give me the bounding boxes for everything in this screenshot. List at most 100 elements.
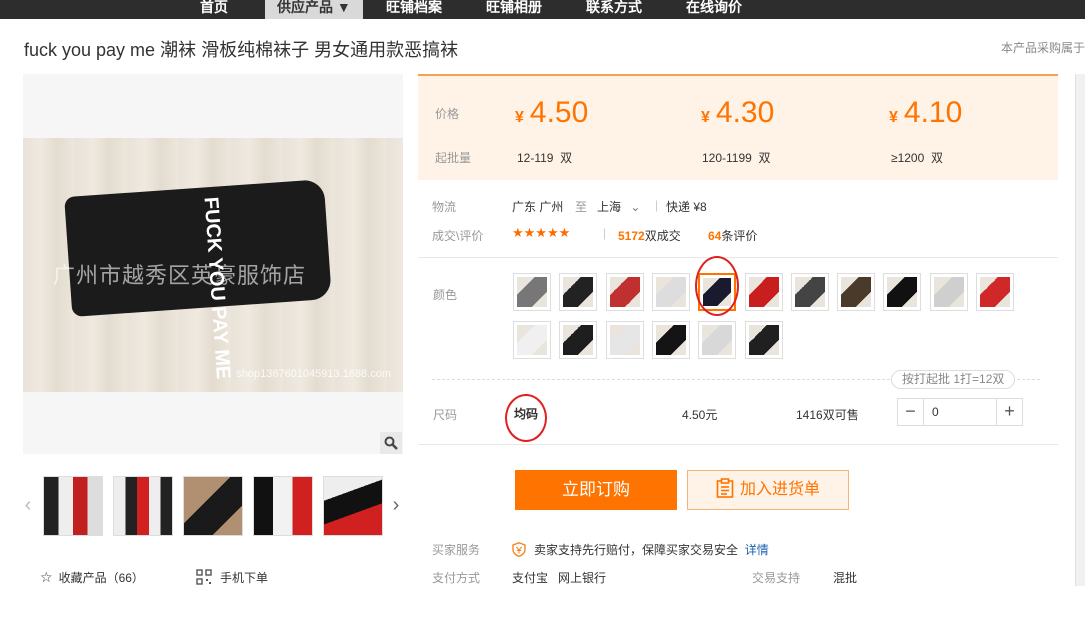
swatch-thumbnail <box>655 325 686 355</box>
price-tier-1: ¥4.50 <box>515 96 589 129</box>
wood-background: FUCK YOU PAY ME 广州市越秀区英豪服饰店 shop13676010… <box>23 138 403 392</box>
favorite-button[interactable]: ☆ 收藏产品（66） <box>40 569 144 586</box>
nav-profile[interactable]: 旺铺档案 <box>386 0 442 19</box>
size-price: 4.50元 <box>682 408 718 422</box>
moq-label: 起批量 <box>435 151 472 165</box>
qrcode-icon <box>196 569 212 588</box>
sold-count[interactable]: 5172双成交 <box>618 227 681 244</box>
deals-label: 成交\评价 <box>432 229 484 243</box>
quantity-input[interactable]: 0 <box>932 405 939 419</box>
logistics-to-word: 至 <box>575 200 588 214</box>
chevron-down-icon: ⌄ <box>630 200 641 214</box>
rating-stars: ★★★★★ <box>512 225 571 240</box>
payment-method-bank: 网上银行 <box>558 571 607 585</box>
color-swatch[interactable] <box>837 273 876 311</box>
sock-image: FUCK YOU PAY ME <box>64 179 332 380</box>
minus-button[interactable]: − <box>898 399 924 425</box>
nav-contact[interactable]: 联系方式 <box>586 0 642 19</box>
swatch-thumbnail <box>794 277 825 307</box>
main-product-image[interactable]: FUCK YOU PAY ME 广州市越秀区英豪服饰店 shop13676010… <box>23 74 403 454</box>
service-details-link[interactable]: 详情 <box>745 543 769 557</box>
color-swatch[interactable] <box>559 321 598 359</box>
color-swatch[interactable] <box>559 273 598 311</box>
size-stock: 1416双可售 <box>796 408 859 422</box>
swatch-thumbnail <box>980 277 1010 307</box>
separator: | <box>655 198 659 212</box>
nav-home[interactable]: 首页 <box>200 0 228 19</box>
separator: | <box>603 226 607 240</box>
thumbnail-3[interactable] <box>183 476 243 536</box>
qty-tier-3: ≥1200 双 <box>891 151 943 165</box>
swatch-thumbnail <box>841 277 872 307</box>
quantity-stepper[interactable]: − 0 + <box>897 398 1023 426</box>
add-to-cart-label: 加入进货单 <box>739 481 820 498</box>
favorite-label: 收藏产品（66） <box>58 571 144 585</box>
shop-url-watermark: shop1367601045913.1688.com <box>236 368 391 380</box>
add-to-cart-button[interactable]: 加入进货单 <box>687 470 849 510</box>
nav-inquiry[interactable]: 在线询价 <box>686 0 742 19</box>
qty-tier-1: 12-119 双 <box>517 151 573 165</box>
swatch-thumbnail <box>655 277 686 307</box>
logistics-destination-select[interactable]: 上海 ⌄ <box>597 198 640 215</box>
price-panel: 价格 起批量 ¥4.50 ¥4.30 ¥4.10 12-119 双 120-11… <box>418 74 1058 180</box>
trade-support-label: 交易支持 <box>752 571 801 585</box>
color-swatch[interactable] <box>744 273 783 311</box>
payment-method-alipay: 支付宝 <box>512 571 549 585</box>
thumbnail-5[interactable] <box>323 476 383 536</box>
swatch-thumbnail <box>609 277 640 307</box>
color-swatch[interactable] <box>929 273 968 311</box>
buy-now-button[interactable]: 立即订购 <box>515 470 677 510</box>
color-swatch[interactable] <box>605 321 644 359</box>
logistics-label: 物流 <box>432 200 457 214</box>
price-tier-2: ¥4.30 <box>701 96 775 129</box>
watermark: 广州市越秀区英豪服饰店 <box>53 263 307 288</box>
color-swatch[interactable] <box>513 321 551 359</box>
color-swatch[interactable] <box>513 273 551 311</box>
batch-tip: 按打起批 1打=12双 <box>891 370 1016 389</box>
swatch-thumbnail <box>563 277 594 307</box>
star-outline-icon: ☆ <box>40 569 53 585</box>
color-swatch[interactable] <box>790 273 829 311</box>
color-swatch[interactable] <box>744 321 783 359</box>
thumbnail-4[interactable] <box>253 476 313 536</box>
swatch-thumbnail <box>609 325 640 355</box>
divider <box>418 257 1058 258</box>
thumb-next-arrow[interactable]: › <box>389 490 403 520</box>
price-label: 价格 <box>435 107 460 121</box>
mobile-label: 手机下单 <box>220 571 269 585</box>
thumbnail-1[interactable] <box>43 476 103 536</box>
zoom-icon[interactable] <box>380 432 402 454</box>
annotation-circle <box>695 256 739 316</box>
swatch-thumbnail <box>563 325 594 355</box>
color-swatch[interactable] <box>883 273 922 311</box>
swatch-thumbnail <box>517 325 547 355</box>
swatch-thumbnail <box>933 277 964 307</box>
scrollbar[interactable] <box>1075 74 1085 586</box>
plus-button[interactable]: + <box>996 399 1022 425</box>
color-swatch[interactable] <box>605 273 644 311</box>
color-swatch[interactable] <box>976 273 1014 311</box>
logistics-from: 广东 广州 <box>512 200 564 214</box>
mobile-order-button[interactable]: 手机下单 <box>196 569 268 588</box>
price-tier-3: ¥4.10 <box>889 96 963 129</box>
annotation-circle <box>505 394 547 442</box>
review-count[interactable]: 64条评价 <box>708 227 757 244</box>
service-label: 买家服务 <box>432 543 481 557</box>
clipboard-icon <box>716 478 734 498</box>
thumbnail-2[interactable] <box>113 476 173 536</box>
top-nav: 首页 供应产品 ▼ 旺铺档案 旺铺相册 联系方式 在线询价 <box>0 0 1085 19</box>
product-title: fuck you pay me 潮袜 滑板纯棉袜子 男女通用款恶搞袜 <box>24 40 459 60</box>
trade-support-value: 混批 <box>833 571 858 585</box>
nav-album[interactable]: 旺铺相册 <box>486 0 542 19</box>
swatch-thumbnail <box>748 325 779 355</box>
qty-tier-2: 120-1199 双 <box>702 151 771 165</box>
color-swatch[interactable] <box>651 273 690 311</box>
product-note: 本产品采购属于 <box>1000 41 1085 55</box>
logistics-method: 快递 ¥8 <box>666 200 707 214</box>
nav-products[interactable]: 供应产品 ▼ <box>265 0 363 19</box>
swatch-thumbnail <box>887 277 918 307</box>
color-swatch[interactable] <box>651 321 690 359</box>
thumb-prev-arrow[interactable]: ‹ <box>21 490 35 520</box>
color-swatch[interactable] <box>698 321 737 359</box>
color-label: 颜色 <box>433 288 458 302</box>
